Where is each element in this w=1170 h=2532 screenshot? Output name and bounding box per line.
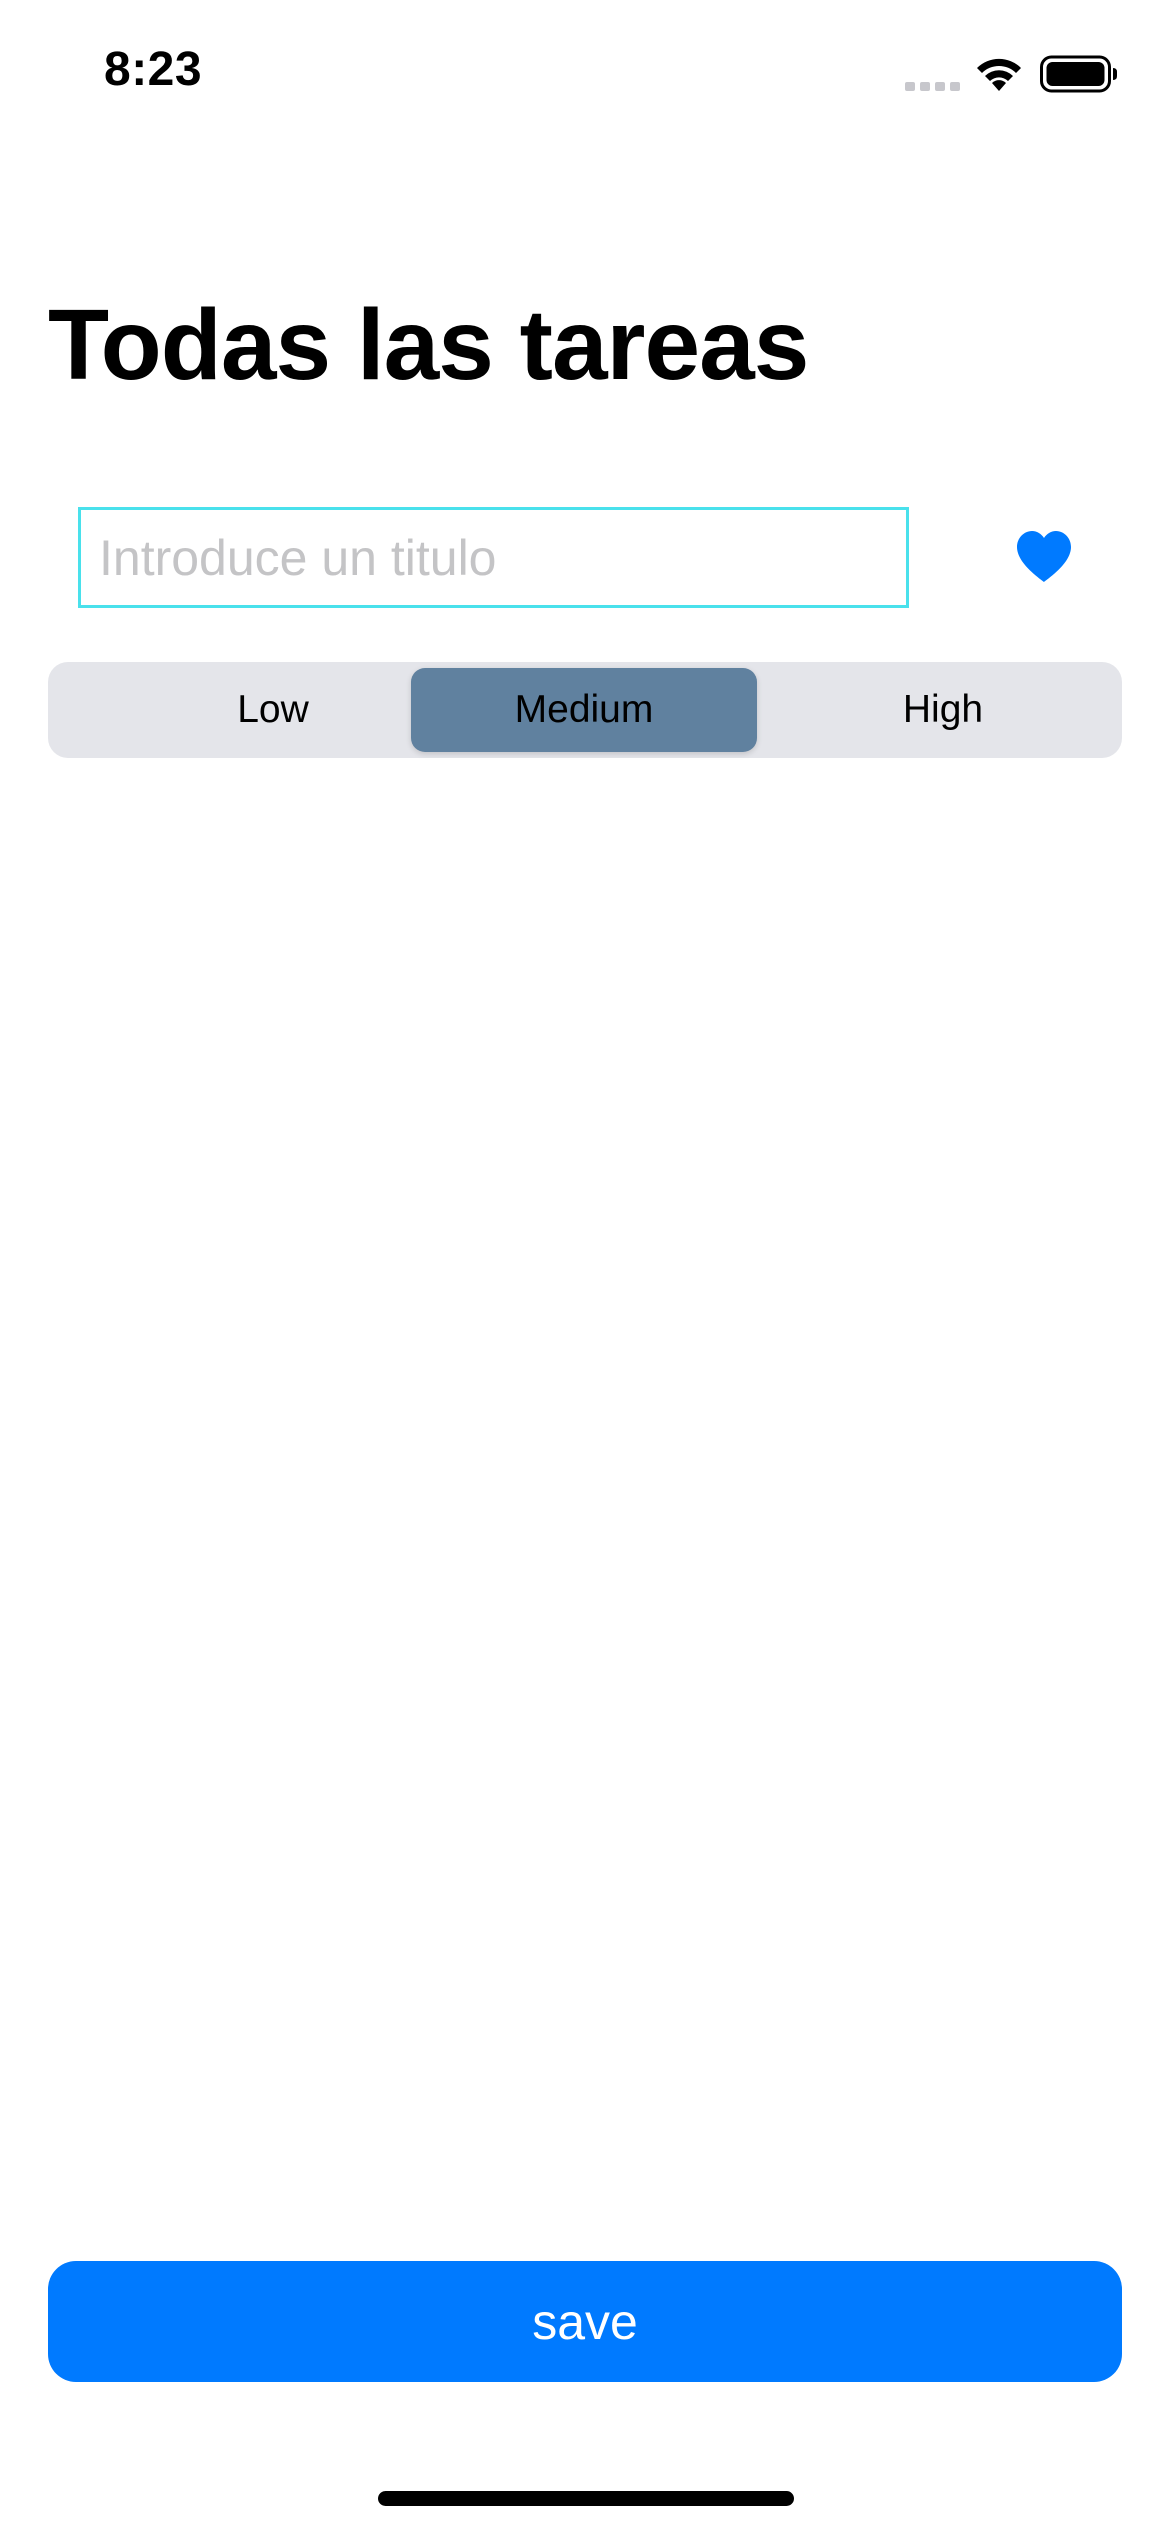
priority-option-medium[interactable]: Medium [411, 668, 757, 752]
cellular-signal-icon [905, 82, 960, 91]
save-button[interactable]: save [48, 2261, 1122, 2382]
priority-option-high[interactable]: High [770, 668, 1116, 752]
page-title: Todas las tareas [48, 289, 809, 401]
priority-segmented-control: Low Medium High [48, 662, 1122, 758]
title-input[interactable] [78, 507, 909, 608]
wifi-icon [977, 58, 1021, 91]
priority-option-low[interactable]: Low [100, 668, 446, 752]
screen: 8:23 Todas las tareas Low Medium High sa… [0, 0, 1170, 2532]
heart-icon[interactable] [1015, 530, 1073, 584]
battery-icon [1040, 55, 1117, 93]
status-time: 8:23 [104, 43, 203, 96]
home-indicator[interactable] [378, 2491, 794, 2506]
